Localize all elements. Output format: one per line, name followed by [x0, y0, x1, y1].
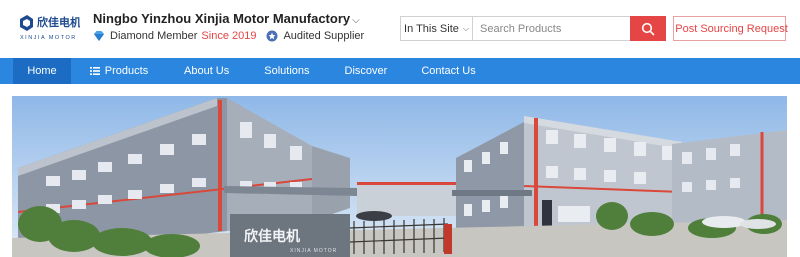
company-name-text: Ningbo Yinzhou Xinjia Motor Manufactory: [93, 11, 351, 26]
search-bar: In This Site ⌵: [400, 16, 666, 41]
company-logo[interactable]: 欣佳电机 XINJIA MOTOR: [18, 13, 80, 43]
nav-contact-us-label: Contact Us: [421, 65, 476, 77]
audited-supplier-badge[interactable]: Audited Supplier: [266, 30, 364, 42]
nav-contact-us[interactable]: Contact Us: [421, 58, 475, 84]
chevron-down-icon: ⌵: [462, 23, 469, 33]
company-name[interactable]: Ningbo Yinzhou Xinjia Motor Manufactory ⌵: [93, 11, 360, 26]
search-scope-label: In This Site: [404, 22, 459, 35]
member-badges: Diamond Member Since 2019 Audited Suppli…: [93, 30, 364, 42]
nav-home-label: Home: [27, 65, 57, 77]
nav-products[interactable]: Products: [83, 58, 155, 84]
nav-solutions[interactable]: Solutions: [264, 58, 309, 84]
search-scope-dropdown[interactable]: In This Site ⌵: [401, 17, 473, 40]
nav-solutions-label: Solutions: [264, 65, 310, 77]
nav-about-us-label: About Us: [184, 65, 230, 77]
banner-sign-text: 欣佳电机: [244, 228, 300, 245]
logo-mark-icon: [20, 15, 33, 31]
banner-sign-subtext: XINJIA MOTOR: [290, 248, 337, 254]
logo-subtext: XINJIA MOTOR: [20, 35, 77, 41]
audited-supplier-icon: [266, 30, 278, 42]
audited-supplier-label: Audited Supplier: [283, 30, 365, 42]
post-sourcing-request-button[interactable]: Post Sourcing Request: [673, 16, 788, 41]
member-since-label: Since 2019: [201, 30, 257, 42]
factory-photo: 欣佳电机 XINJIA MOTOR: [12, 96, 787, 257]
nav-home[interactable]: Home: [13, 58, 71, 84]
logo-text: 欣佳电机: [37, 15, 80, 29]
nav-about-us[interactable]: About Us: [184, 58, 229, 84]
nav-discover[interactable]: Discover: [345, 58, 388, 84]
search-icon: [641, 22, 655, 35]
diamond-icon: [94, 31, 104, 41]
diamond-member-label: Diamond Member: [110, 30, 198, 42]
chevron-down-icon[interactable]: ⌵: [352, 15, 360, 26]
menu-list-icon: [89, 67, 100, 75]
nav-discover-label: Discover: [344, 65, 388, 77]
nav-products-label: Products: [104, 65, 149, 77]
main-nav: Home Products About Us Solutions Discove…: [0, 58, 800, 84]
post-sourcing-request-label: Post Sourcing Request: [675, 22, 788, 35]
site-header: 欣佳电机 XINJIA MOTOR Ningbo Yinzhou Xinjia …: [0, 0, 800, 58]
search-button[interactable]: [630, 16, 666, 41]
factory-banner[interactable]: 欣佳电机 XINJIA MOTOR: [12, 96, 787, 257]
search-input[interactable]: [473, 17, 630, 40]
